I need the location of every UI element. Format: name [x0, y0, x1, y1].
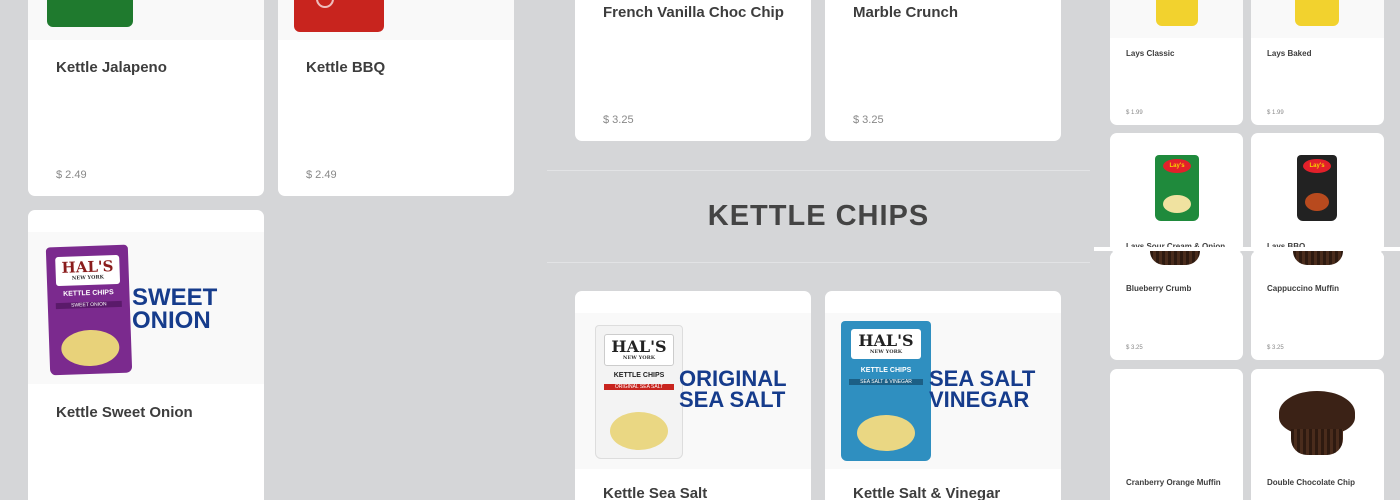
product-card-french-vanilla[interactable]: French Vanilla Choc Chip $ 3.25 [575, 0, 811, 141]
bag-line: KETTLE CHIPS [613, 372, 665, 379]
product-image [1110, 251, 1243, 271]
product-card-blueberry-crumb[interactable]: Blueberry Crumb $ 3.25 [1110, 251, 1243, 360]
product-card-kettle-sweet-onion[interactable]: HAL'S NEW YORK KETTLE CHIPS SWEET ONION … [28, 210, 264, 500]
product-card-kettle-sea-salt[interactable]: HAL'S NEW YORK KETTLE CHIPS ORIGINAL SEA… [575, 291, 811, 500]
bag-line: KETTLE CHIPS [860, 367, 912, 374]
product-name: French Vanilla Choc Chip [603, 4, 784, 21]
section-header: KETTLE CHIPS [547, 170, 1090, 263]
product-price: $ 1.99 [1126, 110, 1143, 116]
chip-bag-icon [1156, 0, 1198, 26]
product-image [278, 0, 514, 40]
chip-bag-icon: HAL'S NEW YORK KETTLE CHIPS SWEET ONION [45, 244, 133, 376]
chip-bag-icon: HAL'S NEW YORK KETTLE CHIPS SEA SALT & V… [841, 321, 931, 461]
menu-panel-right: Lays Classic $ 1.99 Lays Baked $ 1.99 La… [1094, 0, 1400, 500]
product-image [1251, 0, 1384, 38]
product-name: Cranberry Orange Muffin [1126, 478, 1221, 487]
product-card-double-chocolate-chip[interactable]: Double Chocolate Chip [1251, 369, 1384, 500]
chip-bag-icon [1295, 0, 1339, 26]
chip-bag-icon: HAL'S NEW YORK KETTLE CHIPS ORIGINAL SEA… [595, 325, 683, 459]
product-card-marble-crunch[interactable]: Marble Crunch $ 3.25 [825, 0, 1061, 141]
product-name: Marble Crunch [853, 4, 959, 21]
product-name: Cappuccino Muffin [1267, 284, 1339, 293]
bag-flavor: SWEET ONION [55, 300, 122, 310]
bag-flavor: ORIGINAL SEA SALT [604, 384, 674, 390]
product-card-kettle-bbq[interactable]: Kettle BBQ $ 2.49 [278, 0, 514, 196]
menu-panel-middle: French Vanilla Choc Chip $ 3.25 Marble C… [547, 0, 1090, 500]
menu-panel-left: Kettle Jalapeno $ 2.49 Kettle BBQ $ 2.49… [0, 0, 543, 500]
muffin-icon [1150, 251, 1200, 265]
product-name: Blueberry Crumb [1126, 284, 1192, 293]
bag-line: KETTLE CHIPS [63, 289, 114, 298]
product-image: HAL'S NEW YORK KETTLE CHIPS ORIGINAL SEA… [575, 313, 811, 469]
product-name: Kettle Salt & Vinegar [853, 485, 1001, 500]
product-price: $ 3.25 [1126, 345, 1143, 351]
chip-bag-icon [294, 0, 384, 32]
product-image: Lay's [1251, 145, 1384, 225]
product-name: Lays Classic [1126, 49, 1175, 58]
section-title: KETTLE CHIPS [707, 200, 930, 232]
flavor-text-line2: SEA SALT [679, 386, 786, 412]
chip-bag-icon: Lay's [1155, 155, 1199, 221]
product-name: Kettle Jalapeno [56, 59, 167, 76]
bag-brand: HAL'S [611, 337, 667, 356]
product-card-cranberry-orange-muffin[interactable]: Cranberry Orange Muffin [1110, 369, 1243, 500]
product-image: HAL'S NEW YORK KETTLE CHIPS SWEET ONION … [28, 232, 264, 384]
product-price: $ 1.99 [1267, 110, 1284, 116]
product-price: $ 3.25 [853, 114, 884, 126]
lays-logo-icon: Lay's [1303, 159, 1331, 173]
product-image [1251, 381, 1384, 461]
product-image [1110, 0, 1243, 38]
product-price: $ 2.49 [56, 169, 87, 181]
bag-brand: HAL'S [858, 331, 914, 350]
bag-brand-sub: NEW YORK [622, 355, 656, 361]
chip-bag-icon: Lay's [1297, 155, 1337, 221]
flavor-text-line2: ONION [132, 306, 211, 334]
lays-logo-icon: Lay's [1163, 159, 1191, 173]
bag-brand-sub: NEW YORK [869, 349, 903, 355]
product-name: Kettle Sea Salt [603, 485, 708, 500]
chip-bag-icon [47, 0, 133, 27]
product-card-kettle-jalapeno[interactable]: Kettle Jalapeno $ 2.49 [28, 0, 264, 196]
product-image [1251, 251, 1384, 271]
product-image [28, 0, 264, 40]
product-card-lays-bbq[interactable]: Lay's Lays BBQ [1251, 133, 1384, 253]
bag-flavor: SEA SALT & VINEGAR [849, 379, 923, 385]
product-card-cappuccino-muffin[interactable]: Cappuccino Muffin $ 3.25 [1251, 251, 1384, 360]
product-card-lays-baked[interactable]: Lays Baked $ 1.99 [1251, 0, 1384, 125]
bag-brand: HAL'S [61, 257, 114, 277]
muffin-icon [1293, 251, 1343, 265]
product-card-kettle-salt-vinegar[interactable]: HAL'S NEW YORK KETTLE CHIPS SEA SALT & V… [825, 291, 1061, 500]
product-image: Lay's [1110, 145, 1243, 225]
product-name: Kettle Sweet Onion [56, 404, 193, 421]
product-image: HAL'S NEW YORK KETTLE CHIPS SEA SALT & V… [825, 313, 1061, 469]
muffin-icon [1279, 391, 1355, 457]
product-name: Kettle BBQ [306, 59, 386, 76]
flavor-text-line2: VINEGAR [929, 386, 1030, 412]
product-price: $ 2.49 [306, 169, 337, 181]
product-card-lays-sour-cream-onion[interactable]: Lay's Lays Sour Cream & Onion [1110, 133, 1243, 253]
product-price: $ 3.25 [603, 114, 634, 126]
product-price: $ 3.25 [1267, 345, 1284, 351]
product-name: Lays Baked [1267, 49, 1312, 58]
product-name: Double Chocolate Chip [1267, 478, 1355, 487]
product-card-lays-classic[interactable]: Lays Classic $ 1.99 [1110, 0, 1243, 125]
